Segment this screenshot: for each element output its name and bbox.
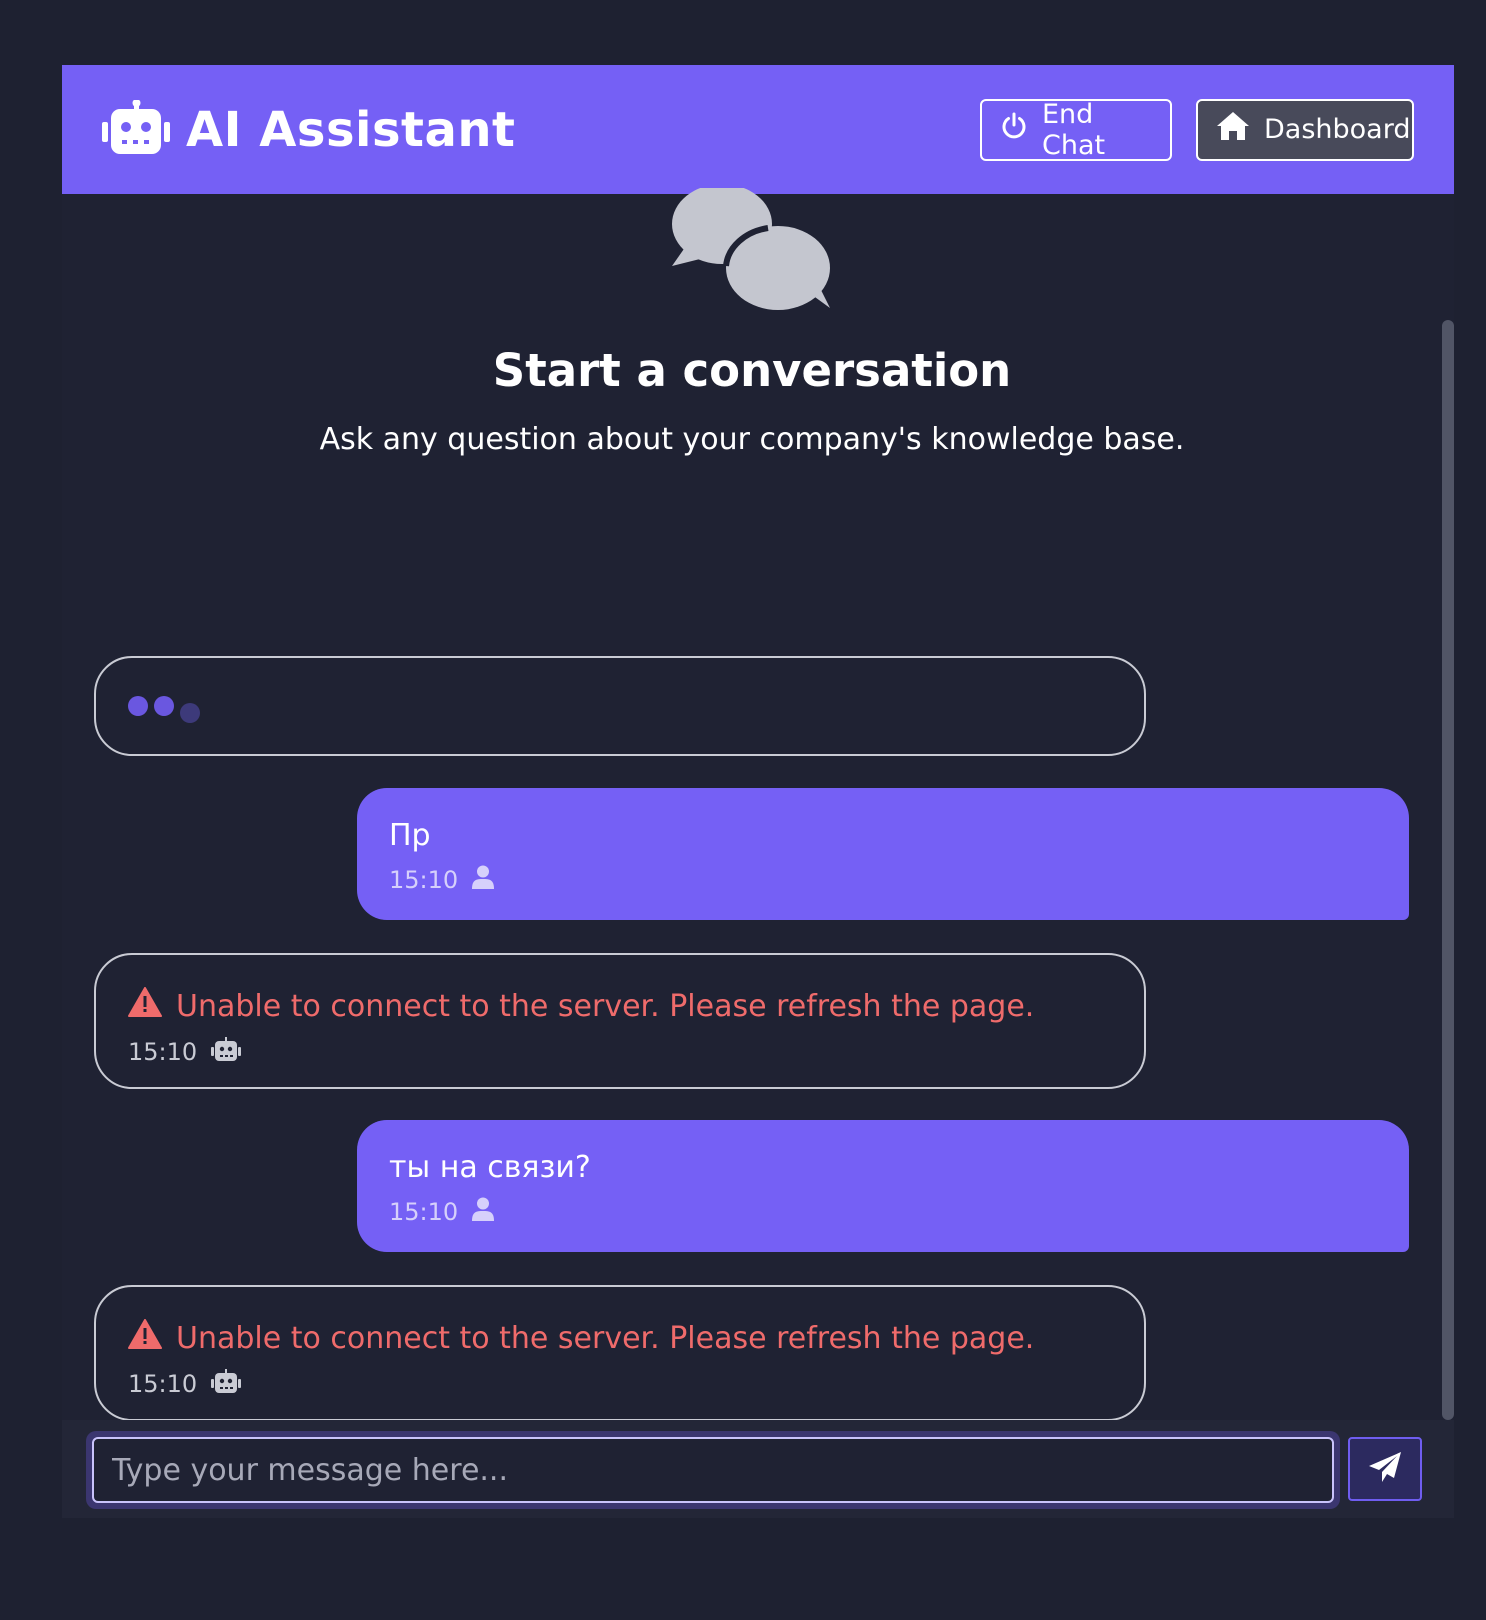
message-text: Пр bbox=[389, 818, 431, 853]
chat-window: AI Assistant End Chat Dashboard Start a … bbox=[62, 65, 1454, 1518]
paper-plane-icon bbox=[1368, 1451, 1402, 1487]
app-title: AI Assistant bbox=[186, 101, 516, 158]
user-message: Пр 15:10 bbox=[357, 788, 1409, 920]
message-meta: 15:10 bbox=[128, 1369, 1112, 1399]
user-icon bbox=[472, 1197, 495, 1227]
end-chat-label: End Chat bbox=[1042, 98, 1106, 161]
warning-icon bbox=[128, 1319, 162, 1357]
error-text: Unable to connect to the server. Please … bbox=[176, 1320, 1035, 1356]
bot-message: Unable to connect to the server. Please … bbox=[94, 953, 1146, 1089]
brand: AI Assistant bbox=[102, 98, 516, 160]
error-message: Unable to connect to the server. Please … bbox=[128, 955, 1112, 1025]
composer-bar bbox=[62, 1420, 1454, 1518]
empty-state-subtitle: Ask any question about your company's kn… bbox=[319, 422, 1185, 457]
bot-message: Unable to connect to the server. Please … bbox=[94, 1285, 1146, 1421]
typing-dot bbox=[180, 703, 200, 723]
warning-icon bbox=[128, 987, 162, 1025]
robot-icon bbox=[211, 1037, 242, 1067]
typing-indicator bbox=[94, 656, 1146, 756]
message-time: 15:10 bbox=[128, 1038, 198, 1066]
message-meta: 15:10 bbox=[128, 1037, 1112, 1067]
user-message: ты на связи? 15:10 bbox=[357, 1120, 1409, 1252]
input-focus-ring bbox=[86, 1431, 1340, 1509]
dashboard-button[interactable]: Dashboard bbox=[1196, 98, 1414, 161]
message-text: ты на связи? bbox=[389, 1150, 591, 1185]
robot-icon bbox=[211, 1369, 242, 1399]
typing-dot bbox=[128, 696, 148, 716]
error-message: Unable to connect to the server. Please … bbox=[128, 1287, 1112, 1357]
message-time: 15:10 bbox=[389, 1198, 459, 1226]
message-time: 15:10 bbox=[128, 1370, 198, 1398]
empty-state-title: Start a conversation bbox=[492, 344, 1012, 397]
error-text: Unable to connect to the server. Please … bbox=[176, 988, 1035, 1024]
home-icon bbox=[1216, 111, 1250, 148]
end-chat-button[interactable]: End Chat bbox=[980, 98, 1172, 161]
user-icon bbox=[472, 865, 495, 895]
power-icon bbox=[1000, 112, 1028, 147]
robot-icon bbox=[102, 98, 170, 160]
send-button[interactable] bbox=[1348, 1437, 1422, 1501]
message-list[interactable]: Start a conversation Ask any question ab… bbox=[62, 184, 1454, 1484]
comments-icon bbox=[668, 184, 836, 316]
message-input[interactable] bbox=[92, 1437, 1334, 1503]
message-meta: 15:10 bbox=[389, 865, 1377, 895]
dashboard-label: Dashboard bbox=[1264, 114, 1411, 145]
typing-dot bbox=[154, 696, 174, 716]
message-time: 15:10 bbox=[389, 866, 459, 894]
header-actions: End Chat Dashboard bbox=[980, 98, 1414, 161]
chat-header: AI Assistant End Chat Dashboard bbox=[62, 65, 1454, 194]
scrollbar[interactable] bbox=[1442, 320, 1454, 1420]
message-meta: 15:10 bbox=[389, 1197, 1377, 1227]
